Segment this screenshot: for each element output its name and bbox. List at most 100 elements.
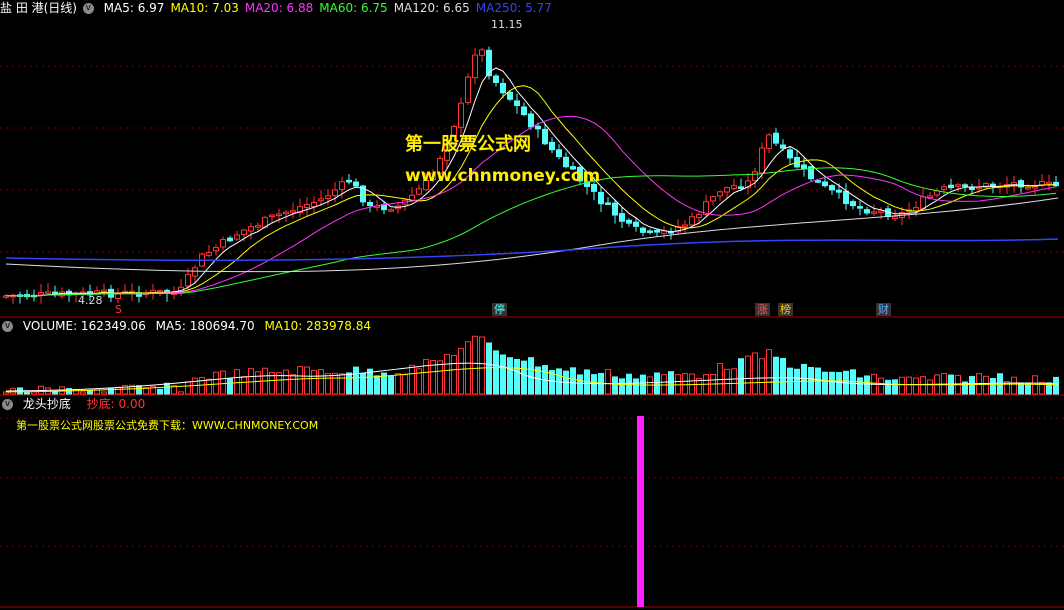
candle-body [276,213,282,216]
candle-body [493,75,499,83]
volume-bar [878,377,884,395]
volume-bar [731,368,737,395]
ma-label: MA20: 6.88 [244,1,314,15]
volume-bar [465,341,471,395]
low-price-label: 4.28 [78,294,103,307]
candle-body [605,202,611,205]
volume-bar [626,373,632,395]
candle-body [640,227,646,233]
volume-bar [836,372,842,395]
indicator-panel[interactable]: v 龙头抄底 抄底: 0.00 第一股票公式网股票公式免费下载：WWW.CHNM… [0,396,1064,610]
volume-bar [661,374,667,395]
dropdown-circle-icon[interactable]: v [2,321,13,332]
dropdown-circle-icon[interactable]: v [82,3,94,14]
candle-body [465,76,471,104]
tag-finance[interactable]: 财 [876,303,891,316]
volume-bar [927,379,933,395]
candle-body [269,214,275,218]
candle-body [255,225,261,228]
volume-bar [108,387,114,395]
volume-bar [906,376,912,395]
volume-bar [360,373,366,395]
volume-bar [479,336,485,395]
volume-bar [738,358,744,395]
candle-body [843,190,849,205]
kline-panel[interactable]: 盐 田 港(日线) v MA5: 6.97 MA10: 7.03 MA20: 6.8… [0,0,1064,318]
volume-bar [605,369,611,395]
tag-halt[interactable]: 停 [492,303,507,316]
tag-rise[interactable]: 涨 [755,303,770,316]
volume-bar [297,366,303,395]
volume-bar [164,382,170,395]
candle-body [927,195,933,199]
kline-chart [0,46,1064,318]
dropdown-circle-icon[interactable]: v [2,399,13,410]
volume-bar [829,371,835,395]
candle-body [710,196,716,202]
volume-bar [514,358,520,395]
candle-body [304,204,310,208]
tag-rank[interactable]: 榜 [778,303,793,316]
candle-body [815,180,821,183]
candle-body [283,211,289,215]
volume-bar [290,374,296,395]
volume-bar [227,378,233,395]
candle-body [689,216,695,226]
volume-bar [199,376,205,395]
candle-body [801,164,807,170]
volume-bar [857,377,863,395]
volume-bar [591,374,597,395]
volume-bar [115,386,121,395]
candle-body [45,291,51,294]
volume-bar [213,371,219,395]
volume-bar [773,356,779,395]
volume-bar [899,376,905,395]
candle-body [892,216,898,219]
watermark-title: 第一股票公式网 [405,134,531,155]
candle-body [822,181,828,187]
candle-body [864,209,870,214]
ma-legend: MA5: 6.97 MA10: 7.03 MA20: 6.88 MA60: 6.75 M… [104,1,558,15]
candle-body [318,198,324,202]
volume-bar [752,352,758,395]
volume-bar [682,373,688,395]
volume-bar [136,385,142,395]
volume-bar [451,355,457,395]
candle-body [542,128,548,145]
volume-bar [220,370,226,395]
volume-bar [507,357,513,395]
candle-body [780,144,786,149]
volume-bar [1053,376,1059,395]
volume-bar [444,353,450,395]
indicator-note: 第一股票公式网股票公式免费下载：WWW.CHNMONEY.COM [16,419,319,432]
volume-bar [724,368,730,395]
tag-s[interactable]: S [113,303,124,316]
candle-body [647,230,653,233]
ma20-line [5,115,1057,297]
candle-body [738,186,744,189]
candle-body [472,54,478,79]
candle-body [325,195,331,199]
volume-bar [766,349,772,395]
candle-body [38,291,44,296]
candle-body [192,267,198,277]
volume-bar [983,375,989,395]
volume-bar [745,355,751,395]
volume-ma5: MA5: 180694.70 [155,319,255,333]
candle-body [850,201,856,207]
volume-bar [822,371,828,395]
volume-panel[interactable]: v VOLUME: 162349.06 MA5: 180694.70 MA10:… [0,318,1064,396]
indicator-name: 龙头抄底 [22,397,71,411]
volume-bar [332,372,338,395]
candle-body [696,214,702,218]
candle-body [227,237,233,242]
candle-body [969,187,975,191]
candle-body [829,185,835,191]
volume-bar [577,374,583,395]
high-price-label: 11.15 [491,18,523,31]
candle-body [367,202,373,206]
volume-bar [759,358,765,395]
ma-label: MA10: 7.03 [170,1,239,15]
volume-bar [675,374,681,395]
volume-bar [892,379,898,395]
